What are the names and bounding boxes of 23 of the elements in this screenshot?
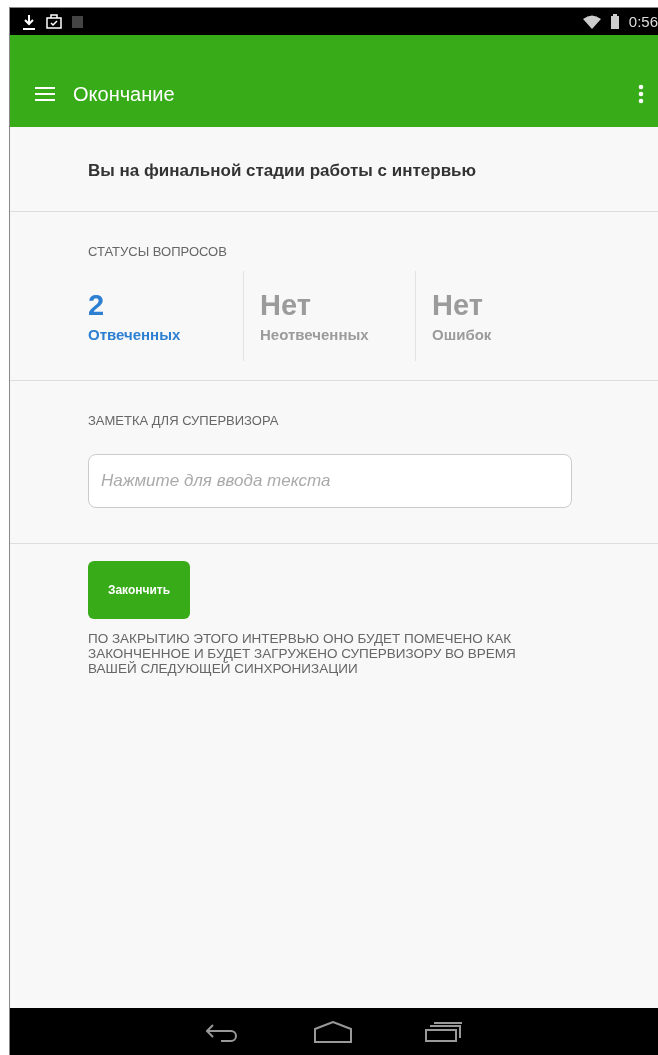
status-caption: Ошибок (432, 326, 492, 343)
wifi-icon (582, 14, 601, 29)
home-icon[interactable] (313, 1020, 353, 1043)
status-count: Нет (260, 289, 311, 322)
recent-apps-icon[interactable] (425, 1021, 463, 1042)
status-caption: Неотвеченных (260, 326, 369, 343)
note-input-field[interactable]: Нажмите для ввода текста (88, 454, 572, 508)
status-count: Нет (432, 289, 483, 322)
page-heading: Вы на финальной стадии работы с интервью (88, 161, 478, 181)
app-bar-title: Окончание (73, 82, 176, 106)
section-label: СТАТУСЫ ВОПРОСОВ (88, 244, 228, 259)
status-caption: Отвеченных (88, 326, 181, 343)
download-icon (22, 13, 36, 30)
briefcase-check-icon (46, 14, 62, 29)
section-label: ЗАМЕТКА ДЛЯ СУПЕРВИЗОРА (88, 413, 280, 428)
status-count: 2 (88, 289, 105, 322)
finish-button[interactable]: Закончить (88, 561, 190, 619)
clock-time: 0:56 (628, 13, 658, 30)
menu-icon[interactable] (35, 86, 55, 102)
more-options-icon[interactable] (638, 84, 644, 104)
download-box-icon (72, 15, 83, 28)
battery-icon (610, 14, 619, 29)
finish-notice: ПО ЗАКРЫТИЮ ЭТОГО ИНТЕРВЬЮ ОНО БУДЕТ ПОМЕЧЕНО КАК ЗАКОНЧЕННОЕ И БУДЕТ ЗАГРУЖЕНО СУПЕРВИЗОРУ ВО ВРЕМЯ ВАШЕЙ СЛЕДУЮЩЕЙ СИНХРОНИЗАЦИИ (88, 631, 517, 676)
